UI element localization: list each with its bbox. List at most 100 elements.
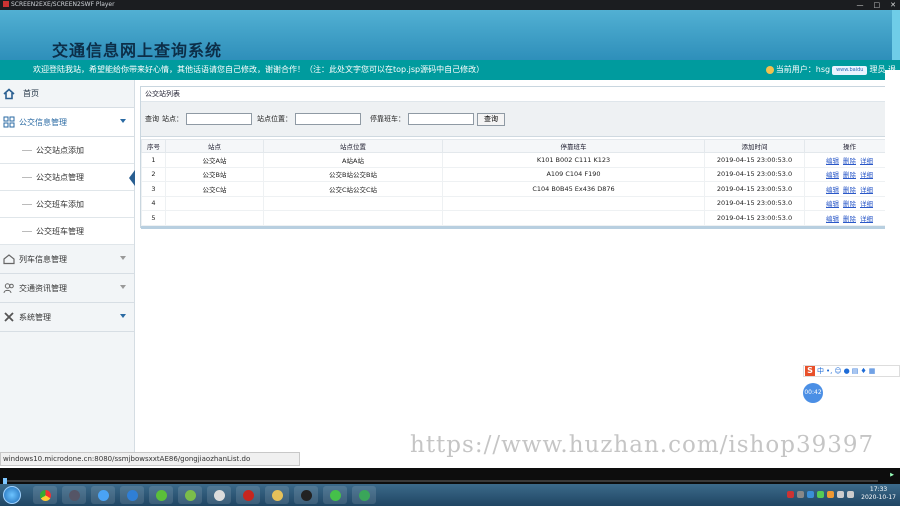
cell-location [263, 195, 443, 211]
media-icon[interactable] [62, 486, 86, 504]
user-info: 当前用户：hsg www.baidu 理员 退 [765, 60, 896, 80]
seek-track[interactable] [3, 480, 878, 482]
start-button[interactable] [3, 486, 21, 504]
flash-icon[interactable] [236, 486, 260, 504]
station-label: 站点： [162, 115, 183, 123]
sidebar-item-manage-station[interactable]: 公交站点管理 [0, 164, 135, 191]
tray-icon[interactable] [797, 490, 805, 498]
users-icon [3, 283, 14, 294]
ime-toolbar[interactable]: S 中 •, ☺ ● ▤ ♦ ▦ [803, 365, 900, 377]
close-icon[interactable]: ✕ [890, 1, 896, 9]
browser-status-url: windows10.microdone.cn:8080/ssmjbowsxxtA… [0, 452, 300, 466]
detail-link[interactable]: 详细 [860, 157, 873, 165]
punctuation-icon[interactable]: •, [826, 367, 832, 375]
tray-icon[interactable] [827, 490, 835, 498]
sidebar-item-manage-bus[interactable]: 公交班车管理 [0, 218, 134, 245]
cell-no: 2 [141, 166, 166, 182]
folder-icon[interactable] [265, 486, 289, 504]
col-header: 站点位置 [263, 139, 443, 153]
detail-link[interactable]: 详细 [860, 200, 873, 208]
edit-link[interactable]: 编辑 [826, 186, 839, 194]
recorder-icon[interactable] [352, 486, 376, 504]
taskbar-apps [33, 486, 376, 504]
window-controls: — □ ✕ [857, 1, 897, 9]
emoji-icon[interactable]: ☺ [834, 367, 841, 375]
notes-icon[interactable] [178, 486, 202, 504]
cell-station: 公交B站 [165, 166, 264, 182]
cell-no: 3 [141, 181, 166, 197]
detail-link[interactable]: 详细 [860, 171, 873, 179]
cell-no: 5 [141, 210, 166, 226]
ime-lang[interactable]: 中 [817, 366, 824, 376]
home-icon [3, 87, 15, 99]
maximize-icon[interactable]: □ [874, 1, 881, 9]
col-header: 站点 [165, 139, 264, 153]
grid-icon [3, 116, 15, 128]
bus-input[interactable] [408, 113, 474, 125]
delete-link[interactable]: 删除 [843, 215, 856, 223]
sidebar-group-bus[interactable]: 公交信息管理 [0, 108, 134, 137]
edit-link[interactable]: 编辑 [826, 171, 839, 179]
station-table: 序号 站点 站点位置 停靠班车 添加时间 操作 1 公交A站 A站A站 K101… [141, 139, 895, 226]
wechat-icon[interactable] [323, 486, 347, 504]
qq-icon[interactable] [294, 486, 318, 504]
col-header: 操作 [804, 139, 895, 153]
leaf-app-icon[interactable] [149, 486, 173, 504]
tray-icon[interactable] [807, 490, 815, 498]
edit-link[interactable]: 编辑 [826, 157, 839, 165]
minimize-icon[interactable]: — [857, 1, 864, 9]
sidebar-group-system[interactable]: 系统管理 [0, 303, 134, 332]
site-header: 交通信息网上查询系统 [0, 10, 900, 60]
station-input[interactable] [186, 113, 252, 125]
cell-buses [442, 210, 705, 226]
detail-link[interactable]: 详细 [860, 186, 873, 194]
toolbox-icon[interactable]: ▦ [869, 367, 876, 375]
sidebar-group-train[interactable]: 列车信息管理 [0, 245, 134, 274]
detail-link[interactable]: 详细 [860, 215, 873, 223]
header-edge [892, 10, 900, 60]
sidebar: 首页 公交信息管理 公交站点添加 公交站点管理 公交班车添加 公交班车管理 列车… [0, 80, 135, 453]
sidebar-item-label: 公交班车添加 [36, 199, 84, 209]
skin-icon[interactable]: ♦ [860, 367, 866, 375]
chrome-icon[interactable] [33, 486, 57, 504]
sogou-icon[interactable]: S [805, 366, 815, 376]
search-button[interactable]: 查询 [477, 112, 505, 126]
delete-link[interactable]: 删除 [843, 186, 856, 194]
col-header: 序号 [141, 139, 166, 153]
cell-actions: 编辑 删除 详细 [804, 210, 895, 226]
delete-link[interactable]: 删除 [843, 171, 856, 179]
location-label: 站点位置： [257, 115, 292, 123]
tray-icon[interactable] [787, 490, 795, 498]
keyboard-icon[interactable]: ▤ [852, 367, 859, 375]
pen-icon[interactable] [207, 486, 231, 504]
table-bottom-rule [141, 226, 894, 229]
recording-timer[interactable]: 00:42 [803, 383, 823, 403]
cell-no: 1 [141, 152, 166, 168]
baidu-netdisk-icon[interactable] [91, 486, 115, 504]
edit-link[interactable]: 编辑 [826, 215, 839, 223]
station-list-panel: 公交站列表 查询 站点： 站点位置： 停靠班车： 查询 序号 站点 站点位置 停… [140, 86, 895, 229]
tray-icon[interactable] [817, 490, 825, 498]
taskbar: 17:33 2020-10-17 [0, 484, 900, 506]
location-input[interactable] [295, 113, 361, 125]
edit-link[interactable]: 编辑 [826, 200, 839, 208]
delete-link[interactable]: 删除 [843, 200, 856, 208]
cell-location: 公交C站公交C站 [263, 181, 443, 197]
taskbar-clock[interactable]: 17:33 2020-10-17 [861, 486, 896, 502]
delete-link[interactable]: 删除 [843, 157, 856, 165]
cell-station: 公交C站 [165, 181, 264, 197]
cloud-badge[interactable]: www.baidu [832, 65, 868, 75]
mic-icon[interactable]: ● [844, 367, 850, 375]
cell-buses [442, 195, 705, 211]
network-icon[interactable] [847, 490, 855, 498]
sidebar-item-home[interactable]: 首页 [0, 80, 134, 108]
cell-buses: K101 B002 C111 K123 [442, 152, 705, 168]
cell-location: A站A站 [263, 152, 443, 168]
browser-q-icon[interactable] [120, 486, 144, 504]
volume-icon[interactable] [837, 490, 845, 498]
sidebar-group-news[interactable]: 交通资讯管理 [0, 274, 134, 303]
search-prefix: 查询 [145, 115, 159, 123]
sidebar-item-add-station[interactable]: 公交站点添加 [0, 137, 134, 164]
player-time-icon: ▶ [890, 472, 894, 478]
sidebar-item-add-bus[interactable]: 公交班车添加 [0, 191, 134, 218]
